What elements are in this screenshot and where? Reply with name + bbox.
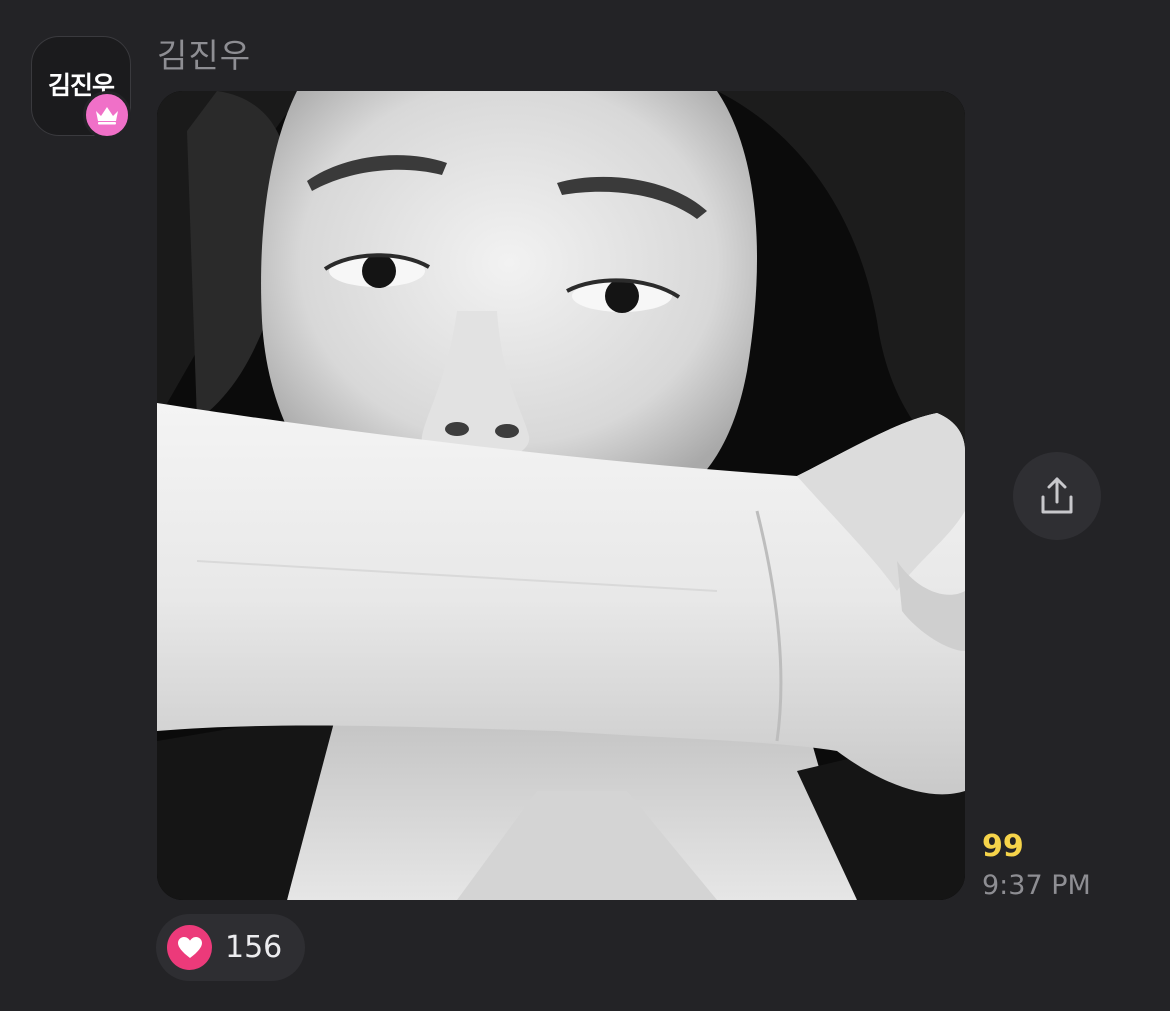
sender-name: 김진우: [157, 36, 252, 75]
crown-badge: [83, 91, 131, 139]
message-photo[interactable]: [157, 91, 965, 900]
chat-message: 김진우 김진우 99 9:37 PM 156: [0, 0, 1170, 1011]
message-time: 9:37 PM: [982, 870, 1091, 901]
heart-badge: [167, 925, 212, 970]
share-icon: [1041, 477, 1073, 514]
share-button[interactable]: [1013, 452, 1101, 540]
heart-icon: [177, 936, 202, 958]
crown-icon: [96, 107, 118, 125]
reaction-button[interactable]: 156: [156, 914, 305, 981]
reaction-count: 156: [225, 929, 283, 965]
unread-count: 99: [982, 829, 1024, 864]
